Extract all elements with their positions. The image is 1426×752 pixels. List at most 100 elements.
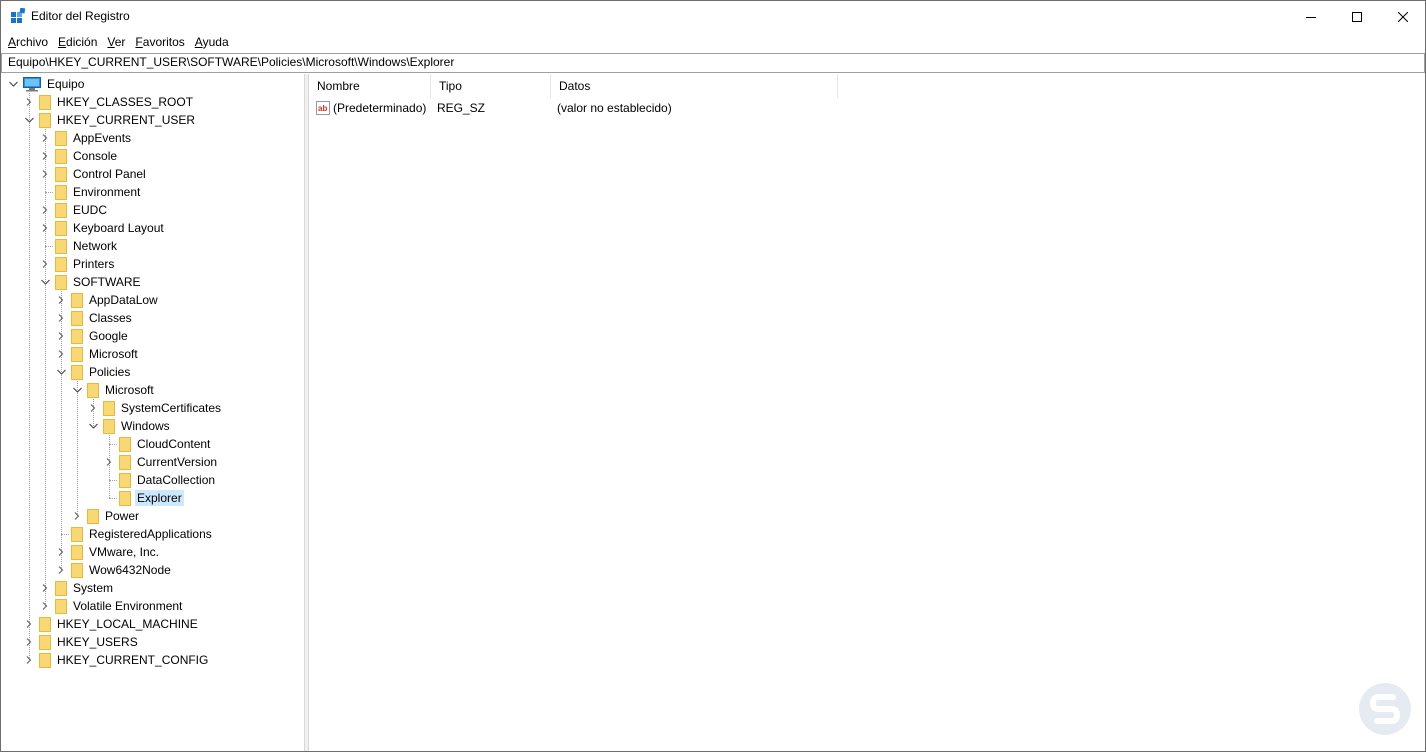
chevron-right-icon[interactable]: [23, 615, 35, 633]
tree-item[interactable]: CurrentVersion: [103, 453, 219, 471]
folder-icon: [55, 202, 67, 218]
chevron-right-icon[interactable]: [39, 255, 51, 273]
chevron-right-icon[interactable]: [87, 399, 99, 417]
menu-edicion[interactable]: Edición: [53, 33, 102, 51]
chevron-right-icon[interactable]: [55, 561, 67, 579]
tree-item[interactable]: Windows: [87, 417, 172, 435]
tree-item[interactable]: HKEY_USERS: [23, 633, 140, 651]
menu-ver[interactable]: Ver: [102, 33, 130, 51]
tree-item[interactable]: HKEY_CLASSES_ROOT: [23, 93, 195, 111]
tree-item[interactable]: Network: [39, 237, 119, 255]
tree-item[interactable]: Equipo: [7, 75, 86, 93]
menu-label-rest: dición: [66, 35, 98, 49]
tree-item-label: Policies: [89, 365, 131, 379]
column-header-datos[interactable]: Datos: [551, 74, 838, 98]
value-data: (valor no establecido): [557, 101, 672, 115]
chevron-down-icon[interactable]: [55, 363, 67, 381]
tree-item[interactable]: AppEvents: [39, 129, 133, 147]
chevron-right-icon[interactable]: [23, 651, 35, 669]
maximize-button[interactable]: [1334, 1, 1380, 32]
chevron-right-icon[interactable]: [23, 633, 35, 651]
tree-item[interactable]: Volatile Environment: [39, 597, 184, 615]
values-list[interactable]: Nombre Tipo Datos ab (Predeterminado) RE…: [309, 74, 1425, 751]
chevron-right-icon[interactable]: [39, 597, 51, 615]
chevron-right-icon[interactable]: [39, 129, 51, 147]
chevron-right-icon[interactable]: [103, 453, 115, 471]
tree-item-label: CloudContent: [137, 437, 211, 451]
menu-accelerator: A: [194, 35, 203, 49]
chevron-right-icon[interactable]: [39, 165, 51, 183]
tree-item[interactable]: HKEY_LOCAL_MACHINE: [23, 615, 200, 633]
tree-item[interactable]: HKEY_CURRENT_USER: [23, 111, 197, 129]
tree-item[interactable]: Google: [55, 327, 130, 345]
menu-favoritos[interactable]: Favoritos: [130, 33, 189, 51]
value-name-cell: ab (Predeterminado): [309, 100, 431, 116]
chevron-right-icon[interactable]: [39, 219, 51, 237]
chevron-right-icon[interactable]: [23, 93, 35, 111]
tree-item[interactable]: Wow6432Node: [55, 561, 173, 579]
chevron-down-icon[interactable]: [39, 273, 51, 291]
tree-item[interactable]: Policies: [55, 363, 132, 381]
tree-item[interactable]: Microsoft: [55, 345, 140, 363]
tree-item-label: Power: [105, 509, 140, 523]
tree-item[interactable]: Keyboard Layout: [39, 219, 166, 237]
chevron-right-icon[interactable]: [55, 309, 67, 327]
close-button[interactable]: [1380, 1, 1426, 32]
column-header-nombre[interactable]: Nombre: [309, 74, 431, 98]
column-header-tipo[interactable]: Tipo: [431, 74, 551, 98]
chevron-right-icon[interactable]: [71, 507, 83, 525]
chevron-right-icon[interactable]: [55, 291, 67, 309]
tree-item[interactable]: EUDC: [39, 201, 109, 219]
tree-item[interactable]: Power: [71, 507, 141, 525]
tree-item-label: HKEY_LOCAL_MACHINE: [57, 617, 198, 631]
tree-item[interactable]: HKEY_CURRENT_CONFIG: [23, 651, 210, 669]
chevron-down-icon[interactable]: [71, 381, 83, 399]
tree-item-label: HKEY_CURRENT_USER: [57, 113, 196, 127]
tree-item[interactable]: Control Panel: [39, 165, 148, 183]
tree-item-label: EUDC: [73, 203, 108, 217]
tree-item[interactable]: Console: [39, 147, 119, 165]
folder-icon: [39, 616, 51, 632]
key-tree[interactable]: Equipo HKEY_CLASSES_ROOT HKEY_CURRENT_USER…: [3, 74, 304, 751]
tree-item-label: DataCollection: [137, 473, 216, 487]
folder-icon: [39, 112, 51, 128]
tree-item[interactable]: Environment: [39, 183, 142, 201]
value-row[interactable]: ab (Predeterminado) REG_SZ (valor no est…: [309, 99, 838, 117]
menu-label-rest: er: [114, 35, 126, 49]
minimize-button[interactable]: [1288, 1, 1334, 32]
menu-ayuda[interactable]: Ayuda: [190, 33, 234, 51]
tree-item[interactable]: DataCollection: [103, 471, 217, 489]
tree-item-label: Console: [73, 149, 118, 163]
tree-item-label: Microsoft: [89, 347, 138, 361]
folder-icon: [55, 220, 67, 236]
chevron-right-icon[interactable]: [55, 345, 67, 363]
tree-item[interactable]: Explorer: [103, 489, 184, 507]
window-title: Editor del Registro: [31, 9, 130, 23]
close-icon: [1398, 11, 1408, 22]
tree-item[interactable]: CloudContent: [103, 435, 212, 453]
address-bar[interactable]: Equipo\HKEY_CURRENT_USER\SOFTWARE\Polici…: [1, 53, 1425, 73]
tree-item[interactable]: AppDataLow: [55, 291, 160, 309]
chevron-down-icon[interactable]: [7, 75, 19, 93]
chevron-right-icon[interactable]: [55, 543, 67, 561]
tree-item-label: Control Panel: [73, 167, 146, 181]
tree-item[interactable]: VMware, Inc.: [55, 543, 161, 561]
chevron-right-icon[interactable]: [55, 327, 67, 345]
tree-item[interactable]: SystemCertificates: [87, 399, 223, 417]
tree-item[interactable]: RegisteredApplications: [55, 525, 214, 543]
chevron-right-icon[interactable]: [39, 579, 51, 597]
tree-item[interactable]: Microsoft: [71, 381, 156, 399]
tree-guide-line: [29, 93, 30, 660]
title-bar[interactable]: Editor del Registro: [1, 1, 1425, 32]
tree-item[interactable]: Classes: [55, 309, 134, 327]
folder-icon: [55, 184, 67, 200]
chevron-down-icon[interactable]: [87, 417, 99, 435]
tree-item[interactable]: Printers: [39, 255, 116, 273]
chevron-right-icon[interactable]: [39, 147, 51, 165]
menu-archivo[interactable]: Archivo: [3, 33, 53, 51]
tree-item[interactable]: SOFTWARE: [39, 273, 143, 291]
chevron-down-icon[interactable]: [23, 111, 35, 129]
chevron-right-icon[interactable]: [39, 201, 51, 219]
tree-item-label: Printers: [73, 257, 115, 271]
tree-item[interactable]: System: [39, 579, 115, 597]
